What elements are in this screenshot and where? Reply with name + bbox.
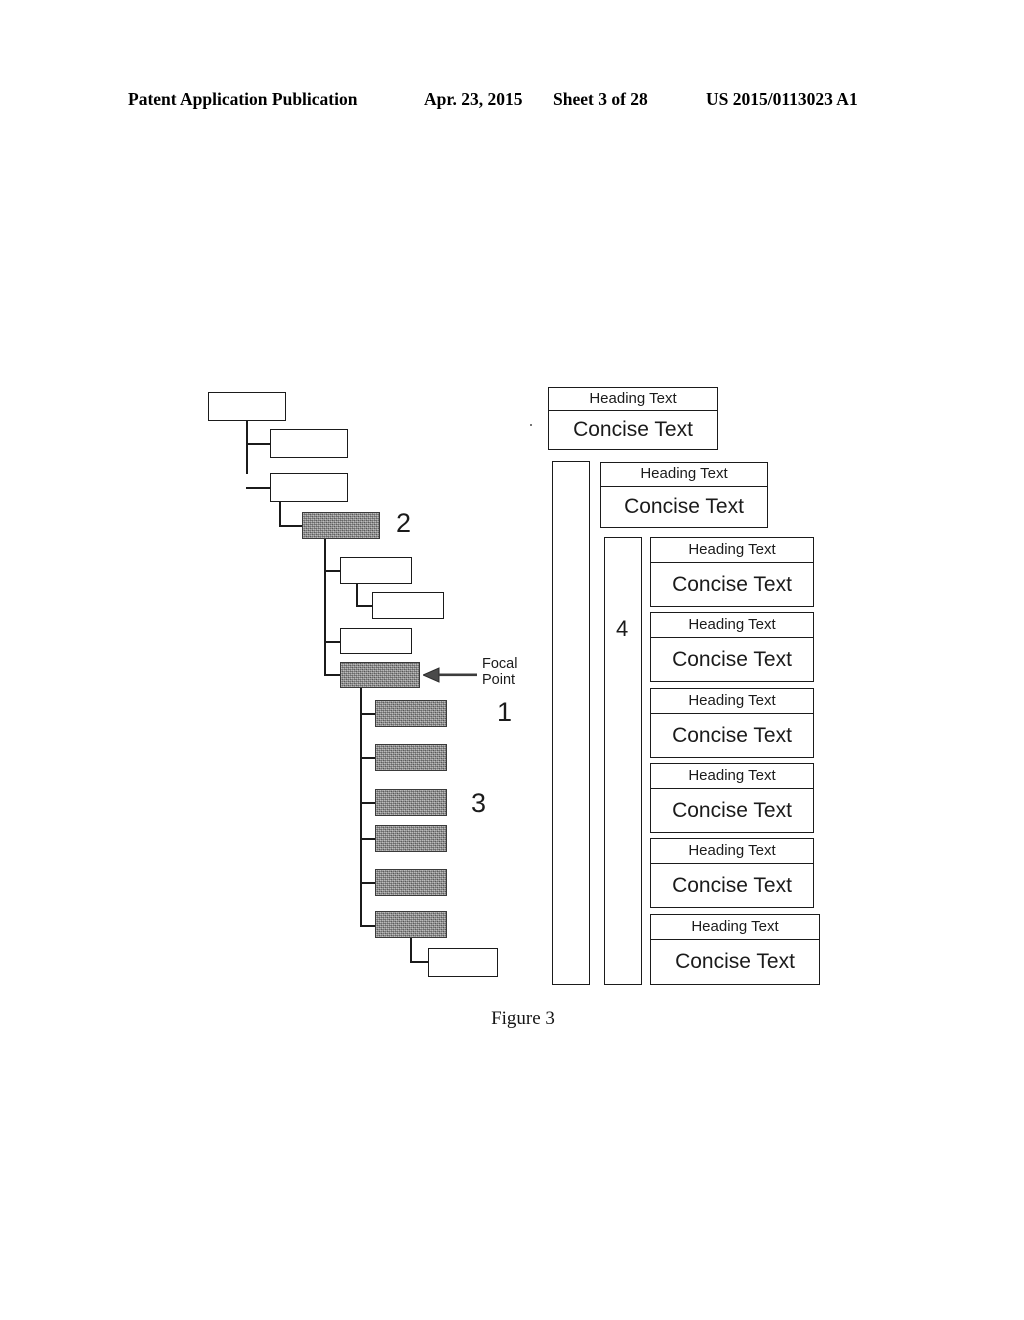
tree-node-descendant-2[interactable] [375, 744, 447, 771]
card-body: Concise Text [650, 638, 814, 682]
tree-node-sibling-2[interactable] [340, 628, 412, 654]
tree-connector [324, 570, 341, 572]
tree-connector [279, 525, 303, 527]
tree-connector [360, 687, 362, 926]
focal-point-label: Focal Point [482, 656, 518, 688]
card-body: Concise Text [650, 789, 814, 833]
callout-2: 2 [396, 508, 412, 538]
tree-connector [356, 605, 373, 607]
tree-connector [410, 937, 412, 962]
card-heading: Heading Text [650, 763, 814, 789]
tree-node-descendant-3[interactable] [375, 789, 447, 816]
tree-node-ancestor-focal-parent[interactable] [302, 512, 380, 539]
tree-connector [360, 838, 376, 840]
card-level-3-3[interactable]: Heading Text Concise Text [650, 688, 814, 758]
tree-node-sibling-1-child[interactable] [372, 592, 444, 619]
focal-point-arrow-icon [423, 667, 477, 683]
tree-connector [356, 583, 358, 606]
card-level-1[interactable]: Heading Text Concise Text [548, 387, 718, 450]
card-heading: Heading Text [600, 462, 768, 487]
card-body: Concise Text [548, 411, 718, 450]
tree-node-ancestor-2[interactable] [270, 429, 348, 458]
tree-node-sibling-1[interactable] [340, 557, 412, 584]
tree-connector [360, 757, 376, 759]
card-heading: Heading Text [650, 838, 814, 864]
callout-1: 1 [497, 697, 513, 727]
card-body: Concise Text [650, 563, 814, 607]
rail-outer[interactable] [552, 461, 590, 985]
tree-connector [246, 487, 271, 489]
tree-connector [410, 961, 429, 963]
callout-3: 3 [471, 788, 487, 818]
card-heading: Heading Text [650, 612, 814, 638]
rail-inner[interactable] [604, 537, 642, 985]
tree-connector [279, 501, 281, 525]
tree-node-descendant-6[interactable] [375, 911, 447, 938]
tree-connector [360, 925, 376, 927]
figure-3-drawing: Focal Point 2 1 3 4 Heading Text Concise … [0, 0, 1024, 1320]
tree-node-descendant-5[interactable] [375, 869, 447, 896]
tree-node-focal-point-node[interactable] [340, 662, 420, 688]
card-body: Concise Text [650, 864, 814, 908]
card-level-3-2[interactable]: Heading Text Concise Text [650, 612, 814, 682]
card-heading: Heading Text [650, 688, 814, 714]
tree-connector [246, 420, 248, 474]
tree-connector [360, 802, 376, 804]
tree-node-ancestor-3[interactable] [270, 473, 348, 502]
card-heading: Heading Text [548, 387, 718, 411]
tree-connector [360, 882, 376, 884]
tree-connector [360, 713, 376, 715]
figure-caption-text: Figure 3 [491, 1008, 555, 1029]
callout-4: 4 [616, 616, 629, 641]
scan-speck [530, 424, 532, 426]
card-body: Concise Text [600, 487, 768, 528]
tree-node-descendant-4[interactable] [375, 825, 447, 852]
card-body: Concise Text [650, 714, 814, 758]
card-level-3-4[interactable]: Heading Text Concise Text [650, 763, 814, 833]
tree-connector [324, 641, 341, 643]
tree-node-descendant-6-child[interactable] [428, 948, 498, 977]
card-level-3-1[interactable]: Heading Text Concise Text [650, 537, 814, 607]
tree-node-descendant-1[interactable] [375, 700, 447, 727]
card-heading: Heading Text [650, 914, 820, 940]
tree-connector [246, 443, 271, 445]
tree-node-ancestor-1[interactable] [208, 392, 286, 421]
card-body: Concise Text [650, 940, 820, 985]
card-level-3-5[interactable]: Heading Text Concise Text [650, 838, 814, 908]
card-heading: Heading Text [650, 537, 814, 563]
tree-connector [324, 674, 341, 676]
card-level-2[interactable]: Heading Text Concise Text [600, 462, 768, 528]
card-level-3-6[interactable]: Heading Text Concise Text [650, 914, 820, 985]
figure-caption: Figure 3 [0, 1008, 1024, 1030]
tree-connector [324, 538, 326, 675]
